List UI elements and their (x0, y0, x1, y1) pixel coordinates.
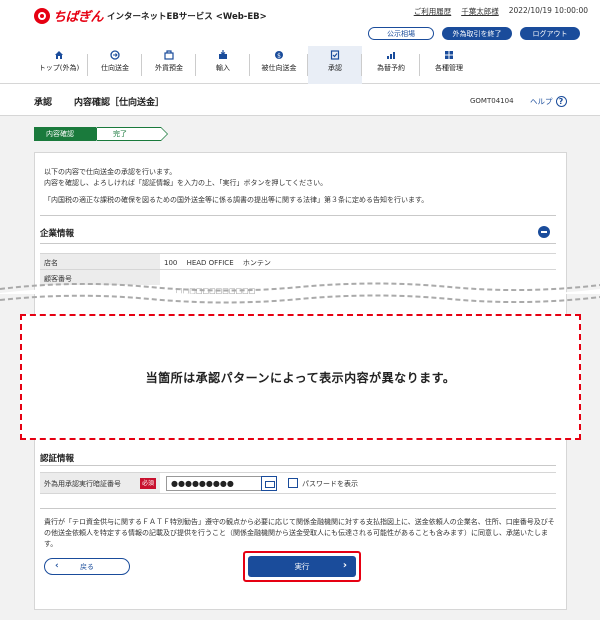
nav-item-approval[interactable]: 承認 (308, 46, 362, 84)
nav-label: 外貨預金 (155, 64, 183, 72)
nav-label: 各種管理 (435, 64, 463, 72)
execute-label: 実行 (294, 562, 310, 571)
table-row: 店名 100 HEAD OFFICE ホンテン (40, 253, 556, 269)
chevron-left-icon: ‹ (55, 561, 59, 571)
intro-line: 内容を確認し、よろしければ「認証情報」を入力の上、「実行」ボタンを押してください… (44, 179, 328, 187)
row-key: 店名 (40, 254, 160, 269)
nav-label: 被仕向送金 (261, 64, 297, 72)
deposit-icon (164, 50, 174, 60)
auth-row: 外為用承認実行暗証番号 必須 (40, 472, 556, 494)
nav-label: トップ(外為) (38, 64, 80, 72)
nav-item-outward-remittance[interactable]: 仕向送金 (88, 46, 142, 84)
logout-button[interactable]: ログアウト (520, 27, 580, 40)
execute-button[interactable]: 実行 › (248, 556, 356, 577)
step-complete: 完了 (97, 127, 168, 141)
import-icon (219, 50, 227, 59)
back-label: 戻る (80, 562, 94, 571)
divider (40, 465, 556, 466)
required-badge: 必須 (140, 478, 156, 489)
end-fx-button[interactable]: 外為取引を終了 (442, 27, 512, 40)
question-icon: ? (555, 96, 567, 107)
public-rates-button[interactable]: 公示相場 (368, 27, 434, 40)
company-section-title: 企業情報 (40, 229, 75, 239)
divider (40, 508, 556, 509)
nav-item-inward-remittance[interactable]: $ 被仕向送金 (250, 46, 308, 84)
main-nav: トップ(外為) 仕向送金 外貨預金 輸入 $ 被仕向送金 承認 為替予約 各種管 (30, 46, 478, 84)
intro-text: 以下の内容で仕向送金の承認を行います。 内容を確認し、よろしければ「認証情報」を… (44, 167, 428, 206)
auth-key: 外為用承認実行暗証番号 必須 (40, 473, 160, 493)
divider (40, 243, 556, 244)
nav-label: 承認 (328, 64, 342, 72)
nav-item-fx-deposit[interactable]: 外貨預金 (142, 46, 196, 84)
send-icon (110, 50, 120, 60)
auth-label: 外為用承認実行暗証番号 (44, 480, 121, 488)
pattern-note-box: 当箇所は承認パターンによって表示内容が異なります。 (20, 314, 581, 440)
service-name: インターネットEBサービス <Web-EB> (107, 11, 267, 22)
tax-notice: 「内国税の適正な課税の確保を図るための国外送金等に係る調書の提出等に関する法律」… (44, 196, 429, 204)
page-title-bar: 承認 内容確認［仕向送金］ GOMT04104 ヘルプ ? (0, 84, 600, 116)
collapse-minus-icon[interactable] (538, 226, 550, 238)
intro-line: 以下の内容で仕向送金の承認を行います。 (44, 168, 177, 176)
fatf-consent-text: 貴行が「テロ資金供与に関するＦＡＴＦ特別勧告」遵守の観点から必要に応じて関係金融… (44, 518, 555, 548)
nav-item-management[interactable]: 各種管理 (420, 46, 478, 84)
home-icon (55, 51, 63, 59)
header-buttons: 公示相場 外為取引を終了 ログアウト (368, 27, 580, 40)
back-button[interactable]: ‹ 戻る (44, 558, 130, 575)
cut-line-bottom (0, 294, 600, 304)
nav-label: 輸入 (216, 64, 230, 72)
help-label: ヘルプ (530, 97, 553, 106)
show-password-checkbox[interactable] (288, 478, 298, 488)
chibagin-logo-icon (34, 7, 50, 24)
approve-icon (330, 50, 340, 60)
nav-item-top[interactable]: トップ(外為) (30, 46, 88, 84)
show-password-label[interactable]: パスワードを表示 (302, 479, 358, 489)
chevron-right-icon: › (342, 560, 347, 571)
receive-icon: $ (275, 51, 283, 60)
divider (40, 215, 556, 216)
login-datetime: 2022/10/19 10:00:00 (508, 6, 588, 15)
usage-history-link[interactable]: ご利用履歴 (414, 6, 452, 17)
pattern-note-text: 当箇所は承認パターンによって表示内容が異なります。 (145, 370, 456, 385)
nav-item-fx-contract[interactable]: 為替予約 (362, 46, 420, 84)
logo-text: ちばぎん (53, 10, 104, 25)
user-name-link[interactable]: 千葉太郎様 (461, 6, 499, 17)
grid-icon (445, 51, 453, 59)
progress-steps: 内容確認 完了 (34, 127, 168, 141)
nav-label: 仕向送金 (101, 64, 129, 72)
approval-password-input[interactable]: ●●●●●●●●● (166, 476, 262, 491)
nav-item-import[interactable]: 輸入 (196, 46, 250, 84)
bank-logo[interactable]: ちばぎん インターネットEBサービス <Web-EB> (34, 6, 267, 25)
step-confirm: 内容確認 (34, 127, 103, 141)
page-title: 承認 (34, 98, 53, 108)
help-link[interactable]: ヘルプ ? (530, 96, 567, 107)
auth-section-title: 認証情報 (40, 454, 75, 464)
top-links: ご利用履歴 千葉太郎様 2022/10/19 10:00:00 (414, 6, 588, 17)
page-subtitle: 内容確認［仕向送金］ (74, 98, 165, 108)
nav-label: 為替予約 (377, 64, 405, 72)
software-keyboard-icon[interactable] (261, 476, 277, 491)
row-value: 100 HEAD OFFICE ホンテン (164, 259, 271, 267)
cut-line-top (0, 282, 600, 294)
screen-code: GOMT04104 (470, 97, 514, 105)
chart-icon (387, 52, 395, 59)
svg-text:$: $ (277, 53, 281, 60)
header: ちばぎん インターネットEBサービス <Web-EB> ご利用履歴 千葉太郎様 … (0, 0, 600, 84)
